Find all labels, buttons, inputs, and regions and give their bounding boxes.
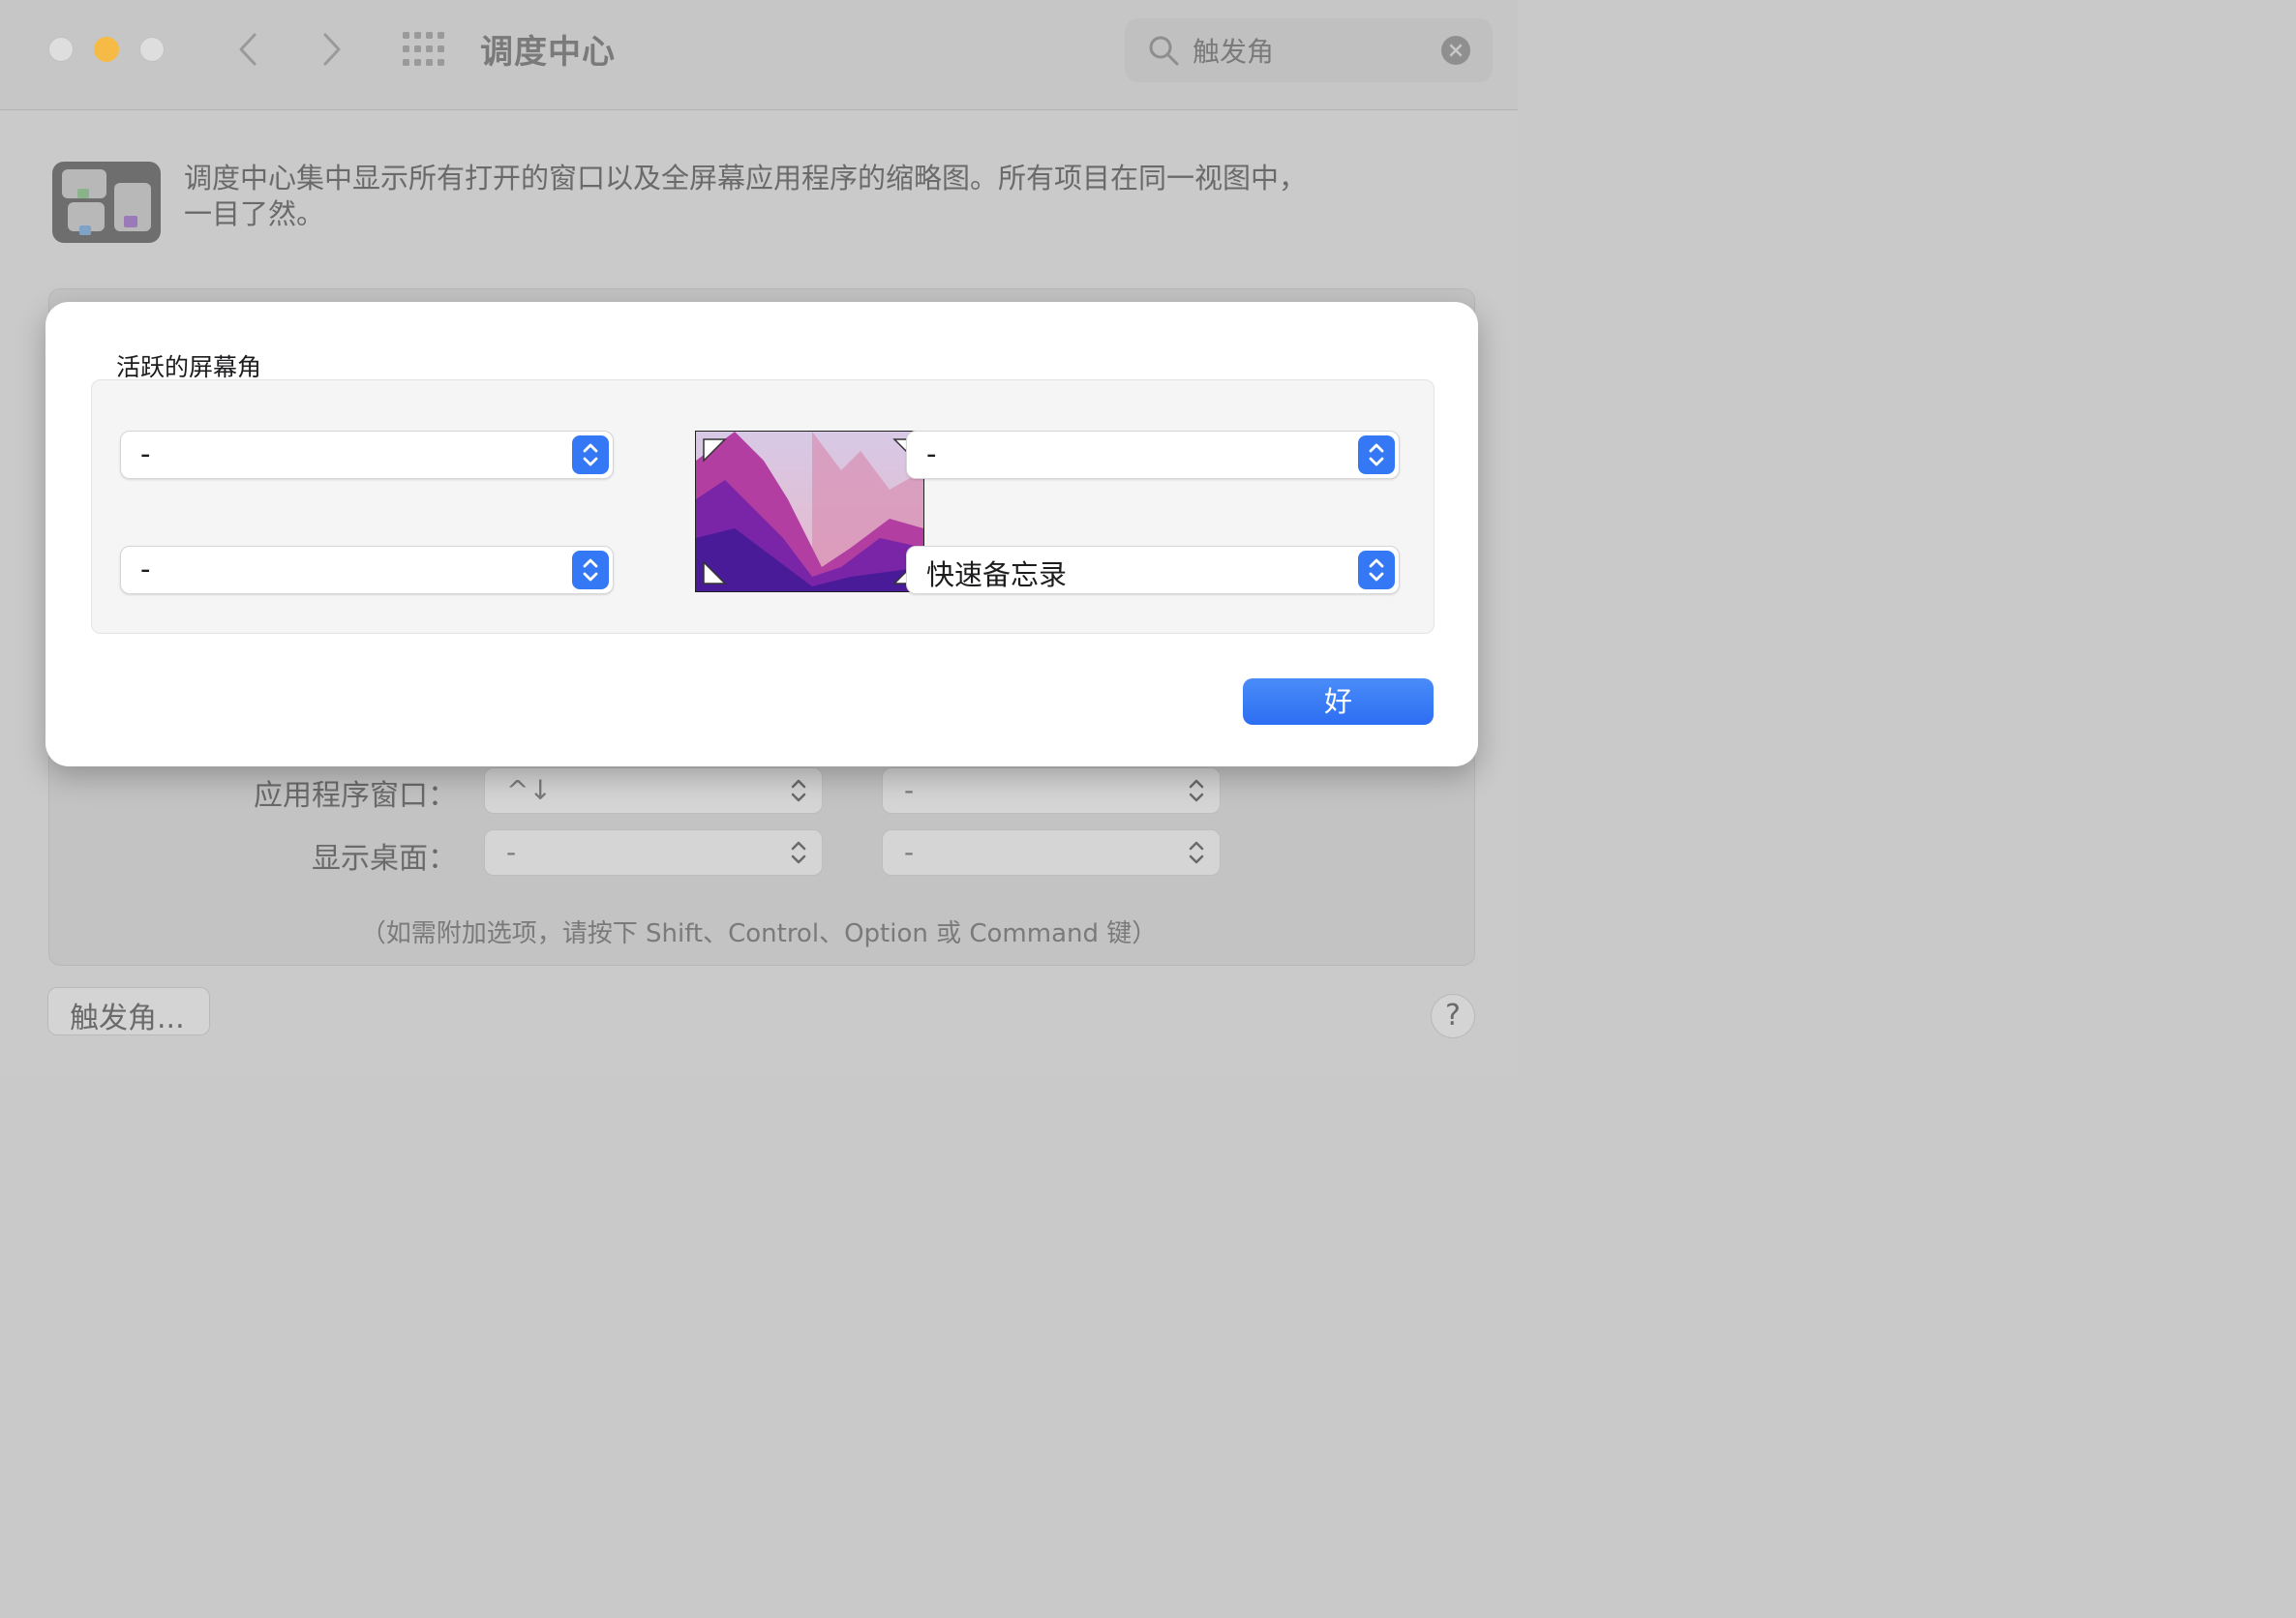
zoom-button[interactable]	[139, 37, 165, 62]
modifier-hint: （如需附加选项，请按下 Shift、Control、Option 或 Comma…	[360, 919, 1158, 948]
minimize-button[interactable]	[94, 37, 119, 62]
popup-stepper	[572, 435, 609, 474]
updown-chevron-icon	[1189, 779, 1204, 802]
top-right-corner-popup[interactable]: -	[906, 431, 1400, 479]
chevron-right-icon	[323, 33, 341, 66]
description-line-2: 一目了然。	[184, 197, 325, 230]
title-bar: 调度中心	[0, 0, 1518, 110]
updown-chevron-icon	[1369, 443, 1384, 466]
close-button[interactable]	[48, 37, 74, 62]
show-all-grid-icon[interactable]	[403, 32, 445, 67]
select-value: ^↓	[506, 774, 552, 806]
search-field[interactable]	[1125, 18, 1493, 82]
ok-button[interactable]: 好	[1243, 678, 1434, 725]
popup-stepper	[1358, 435, 1395, 474]
desktop-preview	[695, 431, 924, 592]
close-icon	[1449, 44, 1463, 57]
popup-stepper	[1358, 551, 1395, 589]
back-button[interactable]	[228, 27, 267, 72]
wallpaper-image	[696, 432, 923, 591]
popup-value: -	[926, 437, 937, 470]
search-input[interactable]	[1193, 32, 1425, 69]
popup-value: -	[140, 553, 151, 585]
description-line-1: 调度中心集中显示所有打开的窗口以及全屏幕应用程序的缩略图。所有项目在同一视图中，	[184, 162, 1308, 195]
chevron-left-icon	[239, 33, 257, 66]
show-desktop-label: 显示桌面：	[312, 842, 457, 876]
updown-chevron-icon	[791, 841, 806, 864]
top-left-corner-popup[interactable]: -	[120, 431, 614, 479]
window-title: 调度中心	[480, 33, 616, 72]
sheet-title: 活跃的屏幕角	[116, 353, 262, 381]
select-value: -	[904, 836, 915, 868]
updown-chevron-icon	[1369, 558, 1384, 582]
updown-chevron-icon	[583, 558, 598, 582]
updown-chevron-icon	[583, 443, 598, 466]
system-preferences-window: 调度中心 调度中心集中显示所有打开的窗口以及全屏幕应用程序的缩略图。所有项目在同…	[0, 0, 1518, 1069]
clear-search-button[interactable]	[1441, 36, 1470, 65]
mission-control-app-icon	[52, 162, 161, 243]
hot-corners-sheet: 活跃的屏幕角 - - - 快速备忘录 好	[45, 302, 1478, 766]
app-windows-label: 应用程序窗口：	[254, 779, 457, 813]
updown-chevron-icon	[1189, 841, 1204, 864]
hot-corners-button-label: 触发角...	[70, 1002, 185, 1035]
updown-chevron-icon	[791, 779, 806, 802]
forward-button[interactable]	[313, 27, 351, 72]
corners-group: - - - 快速备忘录	[91, 379, 1435, 634]
select-value: -	[904, 774, 915, 806]
popup-value: -	[140, 437, 151, 470]
select-value: -	[506, 836, 517, 868]
popup-value: 快速备忘录	[926, 558, 1068, 591]
search-icon	[1149, 36, 1179, 66]
app-windows-mouse-select[interactable]: -	[882, 767, 1221, 814]
help-button[interactable]: ?	[1431, 994, 1475, 1038]
show-desktop-keyboard-select[interactable]: -	[484, 829, 823, 876]
app-windows-keyboard-select[interactable]: ^↓	[484, 767, 823, 814]
show-desktop-mouse-select[interactable]: -	[882, 829, 1221, 876]
hot-corners-button[interactable]: 触发角...	[47, 987, 210, 1035]
popup-stepper	[572, 551, 609, 589]
bottom-right-corner-popup[interactable]: 快速备忘录	[906, 546, 1400, 594]
bottom-left-corner-popup[interactable]: -	[120, 546, 614, 594]
description: 调度中心集中显示所有打开的窗口以及全屏幕应用程序的缩略图。所有项目在同一视图中，…	[184, 161, 1404, 232]
